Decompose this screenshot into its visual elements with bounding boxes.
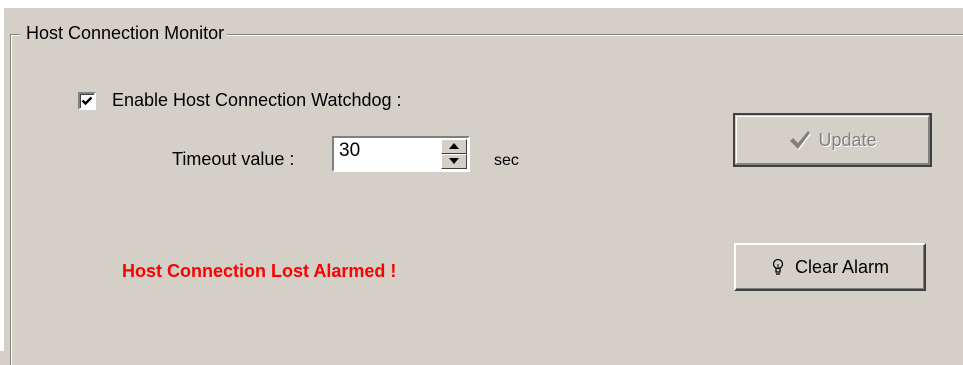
top-edge bbox=[0, 0, 963, 8]
arrow-down-icon bbox=[449, 158, 459, 164]
timeout-unit: sec bbox=[494, 152, 519, 169]
checkmark-icon bbox=[788, 129, 812, 151]
timeout-label: Timeout value : bbox=[172, 149, 295, 169]
clear-alarm-button-label: Clear Alarm bbox=[794, 256, 890, 277]
checkmark-icon bbox=[81, 96, 93, 106]
host-connection-monitor-group bbox=[10, 34, 963, 365]
update-button[interactable]: Update bbox=[733, 113, 932, 167]
watchdog-checkbox[interactable] bbox=[78, 92, 96, 110]
clear-alarm-button[interactable]: Clear Alarm bbox=[734, 243, 926, 291]
watchdog-label: Enable Host Connection Watchdog : bbox=[112, 90, 402, 110]
timeout-spinner[interactable]: 30 bbox=[332, 136, 470, 172]
spin-down-button[interactable] bbox=[441, 154, 467, 169]
spin-up-button[interactable] bbox=[441, 139, 467, 154]
group-title: Host Connection Monitor bbox=[20, 22, 228, 44]
left-edge bbox=[0, 0, 4, 351]
update-button-label: Update bbox=[818, 129, 877, 150]
alarm-status-message: Host Connection Lost Alarmed ! bbox=[122, 261, 397, 281]
timeout-value[interactable]: 30 bbox=[339, 140, 360, 162]
arrow-up-icon bbox=[449, 143, 459, 149]
lightbulb-icon bbox=[771, 258, 785, 276]
spin-buttons bbox=[441, 139, 467, 169]
